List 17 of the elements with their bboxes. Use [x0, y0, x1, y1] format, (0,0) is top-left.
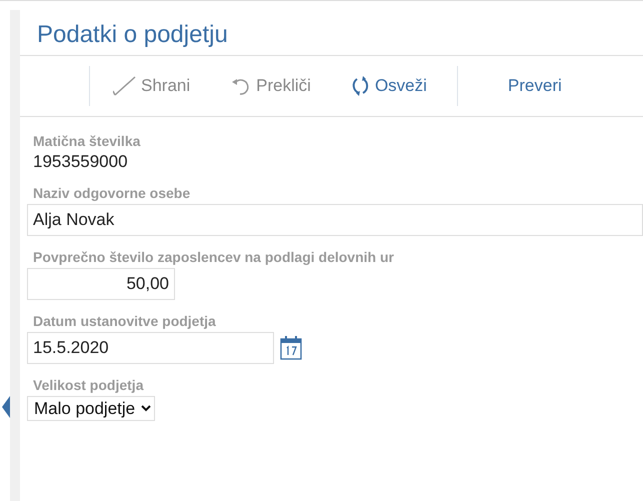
- page-title: Podatki o podjetju: [20, 10, 643, 56]
- toolbar-button[interactable]: Osveži: [344, 71, 433, 101]
- number-field[interactable]: 50,00: [27, 268, 175, 300]
- input-field[interactable]: Alja Novak: [27, 204, 643, 236]
- toolbar-button[interactable]: Preveri: [502, 72, 568, 100]
- collapse-arrow-icon[interactable]: [2, 396, 10, 418]
- calendar-icon[interactable]: [280, 336, 302, 360]
- refresh-icon: [350, 75, 371, 97]
- field-label: Naziv odgovorne osebe: [32, 185, 192, 201]
- field-label: Povprečno število zaposlencev na podlagi delovnih ur: [32, 249, 395, 265]
- date-field[interactable]: 15.5.2020: [27, 332, 274, 364]
- field-value: 1953559000: [32, 152, 129, 172]
- checkmark-icon: [113, 75, 137, 97]
- field-label: Datum ustanovitve podjetja: [32, 313, 217, 329]
- size-dropdown[interactable]: Malo podjetje: [27, 396, 155, 421]
- field-label: Matična številka: [32, 133, 142, 149]
- field-label: Velikost podjetja: [32, 377, 145, 393]
